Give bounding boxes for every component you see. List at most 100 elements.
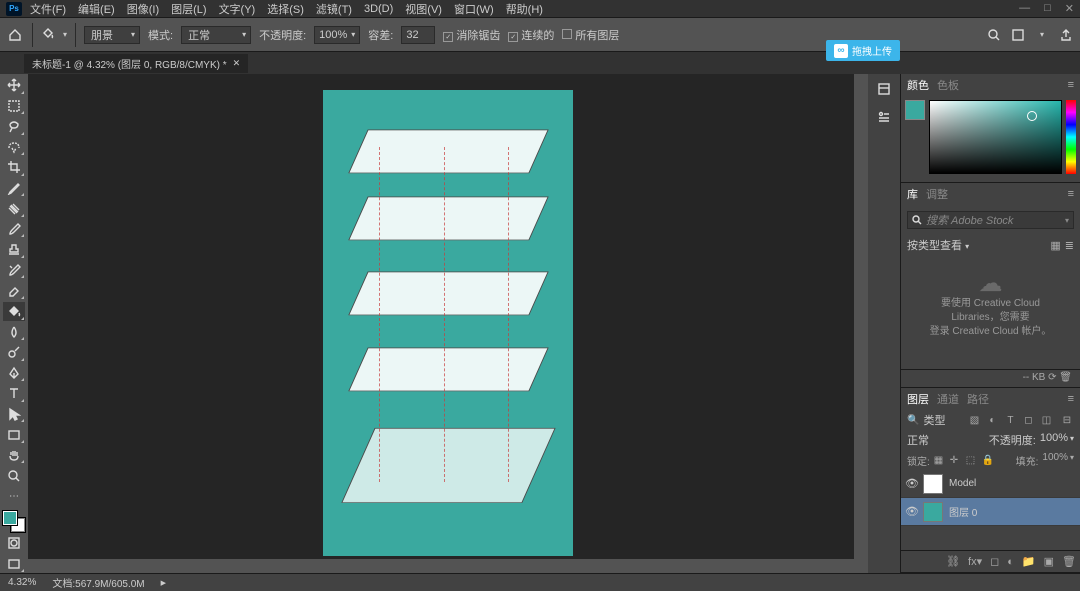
doc-size[interactable]: 文档:567.9M/605.0M	[52, 575, 144, 590]
visibility-toggle[interactable]: 👁	[905, 477, 917, 490]
layer-name[interactable]: Model	[949, 478, 976, 489]
blur-tool[interactable]	[3, 323, 25, 342]
eyedropper-tool[interactable]	[3, 179, 25, 198]
menu-text[interactable]: 文字(Y)	[219, 1, 256, 17]
quick-select-tool[interactable]	[3, 138, 25, 157]
new-layer-icon[interactable]: ▣	[1044, 555, 1054, 568]
document-tab[interactable]: 未标题-1 @ 4.32% (图层 0, RGB/8/CMYK) * ✕	[24, 54, 248, 73]
canvas-area[interactable]	[28, 74, 868, 573]
layer-thumbnail[interactable]	[923, 502, 943, 522]
trash-icon[interactable]: 🗑	[1059, 372, 1072, 383]
link-layers-icon[interactable]: ⛓	[946, 555, 960, 568]
group-icon[interactable]: 📁	[1022, 555, 1036, 568]
contiguous-checkbox[interactable]: ✓连续的	[508, 27, 554, 43]
properties-panel-icon[interactable]	[873, 106, 895, 128]
search-icon[interactable]	[986, 27, 1002, 43]
filter-type-icon[interactable]: T	[1003, 413, 1017, 427]
list-view-icon[interactable]: ≣	[1065, 239, 1074, 252]
library-search[interactable]: 搜索 Adobe Stock ▾	[907, 211, 1074, 229]
layer-fx-icon[interactable]: fx▾	[968, 555, 982, 568]
menu-image[interactable]: 图像(I)	[127, 1, 159, 17]
libraries-tab[interactable]: 库	[907, 186, 918, 202]
all-layers-checkbox[interactable]: 所有图层	[562, 27, 619, 43]
paint-bucket-tool[interactable]	[3, 302, 25, 321]
color-swatches[interactable]	[3, 511, 25, 531]
history-brush-tool[interactable]	[3, 261, 25, 280]
layer-mask-icon[interactable]: ◻	[990, 555, 999, 568]
workspace-icon[interactable]	[1010, 27, 1026, 43]
delete-layer-icon[interactable]: 🗑	[1062, 555, 1076, 568]
menu-view[interactable]: 视图(V)	[405, 1, 442, 17]
marquee-tool[interactable]	[3, 97, 25, 116]
crop-tool[interactable]	[3, 158, 25, 177]
grid-view-icon[interactable]: ▦	[1050, 239, 1060, 252]
stamp-tool[interactable]	[3, 240, 25, 259]
dodge-tool[interactable]	[3, 343, 25, 362]
panel-menu-icon[interactable]: ≡	[1068, 188, 1074, 200]
adjustment-layer-icon[interactable]: ◐	[1007, 556, 1014, 568]
document[interactable]	[323, 90, 573, 556]
eraser-tool[interactable]	[3, 281, 25, 300]
paths-tab[interactable]: 路径	[967, 391, 989, 407]
adjustments-tab[interactable]: 调整	[926, 186, 948, 202]
visibility-toggle[interactable]: 👁	[905, 505, 917, 518]
workspace-chevron-icon[interactable]: ▾	[1034, 27, 1050, 43]
move-tool[interactable]	[3, 76, 25, 95]
blend-mode-dropdown[interactable]: 正常	[907, 432, 967, 448]
path-select-tool[interactable]	[3, 405, 25, 424]
layer-thumbnail[interactable]	[923, 474, 943, 494]
panel-menu-icon[interactable]: ≡	[1068, 79, 1074, 91]
upload-badge[interactable]: ∞ 拖拽上传	[826, 40, 900, 61]
bucket-icon[interactable]	[41, 26, 55, 43]
swatches-tab[interactable]: 色板	[937, 77, 959, 93]
filter-search-icon[interactable]: 🔍	[907, 415, 919, 426]
opacity-input[interactable]: 100%▾	[314, 26, 360, 44]
filter-pixel-icon[interactable]: ▧	[967, 413, 981, 427]
layer-row[interactable]: 👁 Model	[901, 470, 1080, 498]
zoom-tool[interactable]	[3, 466, 25, 485]
horizontal-scrollbar[interactable]	[28, 559, 868, 573]
lock-artboard-icon[interactable]: ⬚	[966, 455, 978, 466]
type-tool[interactable]	[3, 384, 25, 403]
window-minimize-icon[interactable]: —	[1019, 2, 1030, 15]
lock-pixels-icon[interactable]: ▦	[934, 455, 946, 466]
lasso-tool[interactable]	[3, 117, 25, 136]
fill-input[interactable]: 100%▾	[1042, 452, 1074, 468]
history-panel-icon[interactable]	[873, 78, 895, 100]
brush-tool[interactable]	[3, 220, 25, 239]
foreground-swatch[interactable]	[905, 100, 925, 120]
lock-all-icon[interactable]: 🔒	[982, 455, 994, 466]
hand-tool[interactable]	[3, 446, 25, 465]
foreground-dropdown[interactable]: 朋景	[84, 26, 140, 44]
filter-smart-icon[interactable]: ◫	[1039, 413, 1053, 427]
tab-close-icon[interactable]: ✕	[233, 58, 241, 69]
layers-tab[interactable]: 图层	[907, 391, 929, 407]
healing-tool[interactable]	[3, 199, 25, 218]
library-view-dropdown[interactable]: 按类型查看 ▾	[907, 237, 1044, 253]
quickmask-toggle[interactable]	[3, 534, 25, 553]
blend-mode-dropdown[interactable]: 正常	[181, 26, 251, 44]
filter-shape-icon[interactable]: ◻	[1021, 413, 1035, 427]
pen-tool[interactable]	[3, 364, 25, 383]
layer-row[interactable]: 👁 图层 0	[901, 498, 1080, 526]
channels-tab[interactable]: 通道	[937, 391, 959, 407]
menu-filter[interactable]: 滤镜(T)	[316, 1, 352, 17]
antialias-checkbox[interactable]: ✓消除锯齿	[443, 27, 500, 43]
tolerance-input[interactable]: 32	[401, 26, 435, 44]
menu-3d[interactable]: 3D(D)	[364, 3, 393, 15]
edit-toolbar[interactable]: ⋯	[3, 487, 25, 506]
screenmode-toggle[interactable]	[3, 554, 25, 573]
menu-help[interactable]: 帮助(H)	[506, 1, 543, 17]
zoom-level[interactable]: 4.32%	[8, 577, 36, 588]
window-maximize-icon[interactable]: □	[1044, 2, 1051, 15]
layer-name[interactable]: 图层 0	[949, 504, 977, 519]
panel-menu-icon[interactable]: ≡	[1068, 393, 1074, 405]
menu-layer[interactable]: 图层(L)	[171, 1, 206, 17]
hue-slider[interactable]	[1066, 100, 1076, 174]
filter-kind-dropdown[interactable]: 类型	[923, 412, 963, 428]
filter-adjust-icon[interactable]: ◐	[985, 413, 999, 427]
color-tab[interactable]: 颜色	[907, 77, 929, 93]
window-close-icon[interactable]: ✕	[1065, 2, 1074, 15]
layer-opacity-input[interactable]: 100%▾	[1040, 432, 1074, 448]
refresh-icon[interactable]: ⟳	[1048, 372, 1056, 383]
